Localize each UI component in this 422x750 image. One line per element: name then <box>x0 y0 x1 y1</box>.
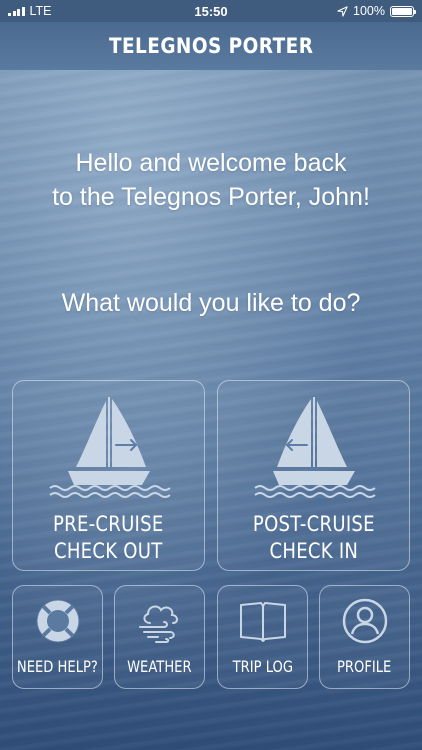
status-left: LTE <box>8 4 52 18</box>
post-cruise-label-line-2: CHECK IN <box>269 539 358 563</box>
lifebuoy-icon <box>36 599 79 643</box>
pre-cruise-label: PRE-CRUISE CHECK OUT <box>53 511 164 565</box>
user-profile-icon <box>342 598 387 644</box>
welcome-message: Hello and welcome back to the Telegnos P… <box>0 146 422 214</box>
profile-label: PROFILE <box>337 657 392 676</box>
post-cruise-label: POST-CRUISE CHECK IN <box>253 511 375 565</box>
status-time: 15:50 <box>194 3 228 19</box>
profile-button[interactable]: PROFILE <box>319 585 410 689</box>
battery-percent: 100% <box>353 4 385 18</box>
sailboat-arrow-left-icon <box>253 397 376 498</box>
status-bar: LTE 15:50 100% <box>0 0 422 22</box>
carrier-label: LTE <box>29 4 52 18</box>
app-title: TELEGNOS PORTER <box>108 34 314 58</box>
weather-label: WEATHER <box>127 657 192 676</box>
welcome-line-1: Hello and welcome back <box>75 149 347 177</box>
location-arrow-icon <box>337 5 348 17</box>
trip-log-label: TRIP LOG <box>232 657 293 676</box>
pre-cruise-label-line-1: PRE-CRUISE <box>53 512 164 536</box>
sailboat-arrow-right-icon <box>48 397 171 498</box>
welcome-line-2: to the Telegnos Porter, John! <box>52 183 370 211</box>
pre-cruise-check-out-button[interactable]: PRE-CRUISE CHECK OUT <box>12 380 205 571</box>
weather-button[interactable]: WEATHER <box>114 585 205 689</box>
open-book-icon <box>239 602 286 642</box>
question-prompt: What would you like to do? <box>61 289 361 317</box>
battery-icon <box>390 5 416 17</box>
post-cruise-check-in-button[interactable]: POST-CRUISE CHECK IN <box>217 380 410 571</box>
wind-cloud-icon <box>138 605 178 643</box>
post-cruise-label-line-1: POST-CRUISE <box>252 512 375 536</box>
app-header: TELEGNOS PORTER <box>0 22 422 70</box>
signal-strength-icon <box>8 6 25 16</box>
need-help-label: NEED HELP? <box>17 657 99 676</box>
status-right: 100% <box>337 4 416 18</box>
pre-cruise-label-line-2: CHECK OUT <box>54 539 163 563</box>
trip-log-button[interactable]: TRIP LOG <box>217 585 308 689</box>
need-help-button[interactable]: NEED HELP? <box>12 585 103 689</box>
